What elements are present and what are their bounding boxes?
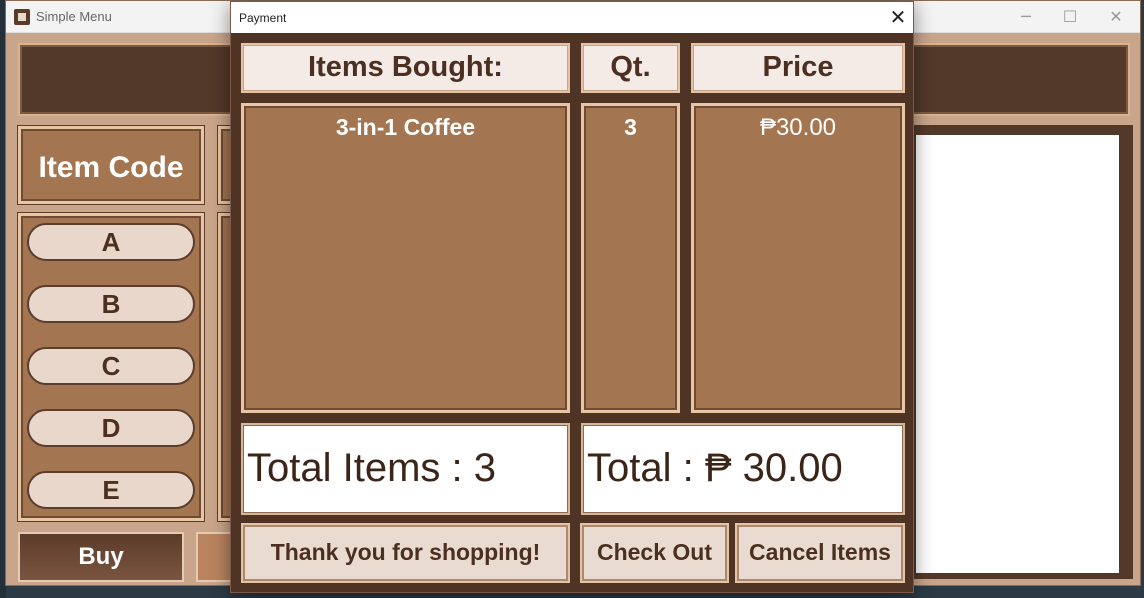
dialog-title: Payment <box>239 11 287 25</box>
item-d-button[interactable]: D <box>27 409 195 447</box>
item-price-cell: ₱30.00 <box>759 114 837 141</box>
close-icon[interactable]: ✕ <box>1093 5 1139 31</box>
qty-list: 3 <box>581 103 680 413</box>
dialog-titlebar: Payment ✕ <box>231 2 913 33</box>
payment-dialog: Payment ✕ Items Bought: Qt. Price 3-in-1… <box>230 1 914 593</box>
items-list: 3-in-1 Coffee <box>241 103 570 413</box>
items-header: Items Bought: <box>241 43 570 93</box>
cancel-items-button[interactable]: Cancel Items <box>735 523 905 583</box>
total-items-display: Total Items : 3 <box>241 423 570 515</box>
item-name-cell: 3-in-1 Coffee <box>335 114 476 140</box>
maximize-icon[interactable]: ☐ <box>1047 5 1093 31</box>
item-c-button[interactable]: C <box>27 347 195 385</box>
item-qty-cell: 3 <box>624 114 637 140</box>
minimize-icon[interactable]: ─ <box>1003 5 1049 31</box>
item-code-panel: Item Code <box>18 126 204 204</box>
thank-you-button[interactable]: Thank you for shopping! <box>241 523 570 583</box>
buy-button[interactable]: Buy <box>18 532 184 582</box>
price-list: ₱30.00 <box>691 103 905 413</box>
price-header: Price <box>691 43 905 93</box>
receipt-area <box>916 135 1119 573</box>
app-icon <box>14 9 30 25</box>
item-code-buttons-panel: A B C D E <box>18 213 204 521</box>
check-out-button[interactable]: Check Out <box>580 523 729 583</box>
dialog-close-icon[interactable]: ✕ <box>885 6 911 30</box>
item-e-button[interactable]: E <box>27 471 195 509</box>
qty-header: Qt. <box>581 43 680 93</box>
item-a-button[interactable]: A <box>27 223 195 261</box>
item-code-label: Item Code <box>38 151 184 184</box>
total-price-display: Total : ₱ 30.00 <box>581 423 905 515</box>
item-b-button[interactable]: B <box>27 285 195 323</box>
main-window-title: Simple Menu <box>36 9 112 24</box>
